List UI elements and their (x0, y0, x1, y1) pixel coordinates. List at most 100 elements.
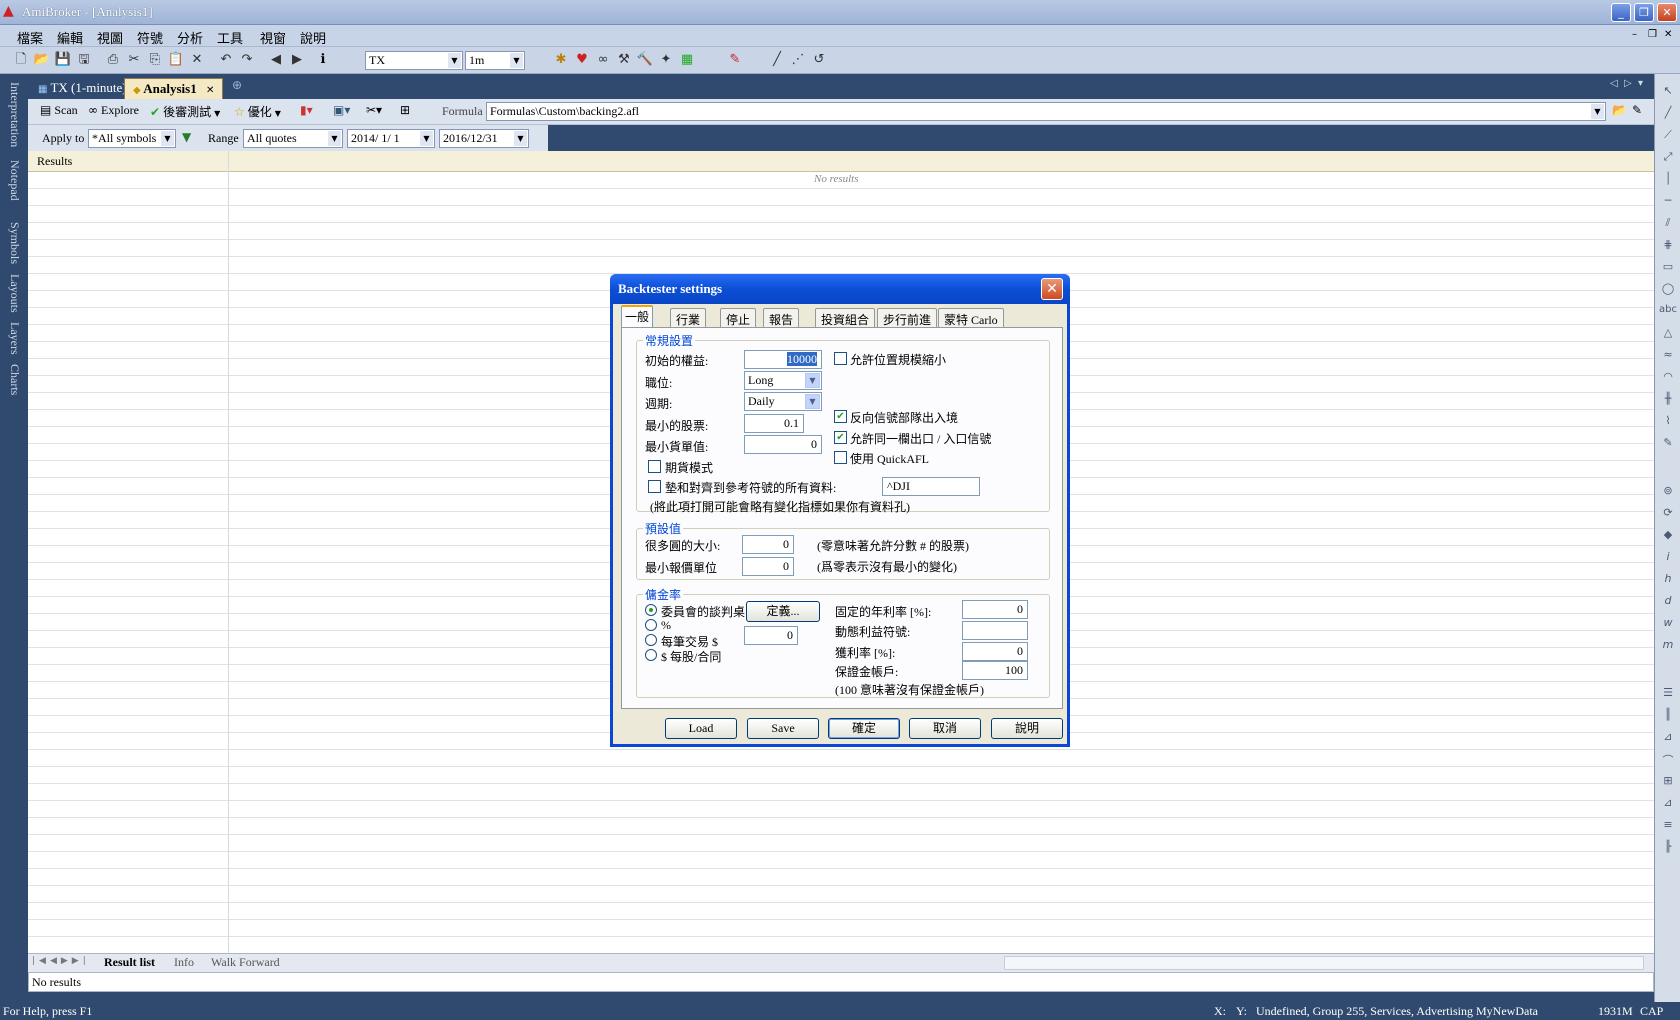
undo-icon[interactable]: ↶ (217, 51, 235, 69)
letter-h-icon[interactable]: h (1659, 572, 1677, 590)
tab-analysis[interactable]: ◆ Analysis1 ✕ (124, 78, 224, 99)
commission-per-share-radio[interactable] (645, 649, 657, 661)
mdi-restore-icon[interactable]: ❐ (1648, 29, 1657, 40)
tab-general[interactable]: 一般 (621, 305, 654, 328)
cycle-icon[interactable]: ⊚ (1659, 484, 1677, 502)
tab-list-icon[interactable]: ▾ (1638, 78, 1643, 89)
tools-icon[interactable]: ⚒ (615, 51, 633, 69)
pad-symbol-input[interactable]: ^DJI (882, 477, 980, 496)
optimize-button[interactable]: ☆ 優化 ▼ (234, 103, 281, 120)
close-button[interactable]: ✕ (1657, 3, 1677, 22)
letter-i-icon[interactable]: i (1659, 550, 1677, 568)
symbol-combo[interactable]: TX ▼ (365, 51, 463, 70)
channel-icon[interactable]: ⋕ (1659, 238, 1677, 256)
zigzag-icon[interactable]: ⌇ (1659, 414, 1677, 432)
info-icon[interactable]: ℹ (314, 51, 332, 69)
menu-analysis[interactable]: 分析 (177, 28, 203, 47)
letter-w-icon[interactable]: w (1659, 616, 1677, 634)
side-tab-notepad[interactable]: Notepad (2, 160, 22, 201)
chart-icon[interactable]: ▦ (678, 51, 696, 69)
tab-nav-arrows-icon[interactable]: |◀◀▶▶| (32, 956, 90, 966)
rectangle-icon[interactable]: ▭ (1659, 260, 1677, 278)
formula-path-combo[interactable]: Formulas\Custom\backing2.afl ▼ (486, 102, 1606, 121)
range-combo[interactable]: All quotes ▼ (243, 129, 343, 148)
commission-percent-radio[interactable] (645, 619, 657, 631)
tab-report[interactable]: 報告 (763, 308, 800, 327)
apply-to-combo[interactable]: *All symbols ▼ (88, 129, 176, 148)
tab-stops[interactable]: 停止 (720, 308, 757, 327)
open-formula-icon[interactable]: 📂 (1612, 103, 1627, 117)
redo-icon[interactable]: ↷ (238, 51, 256, 69)
menu-window[interactable]: 視窗 (260, 28, 286, 47)
arcs-icon[interactable]: ⌒ (1659, 752, 1677, 770)
extended-line-icon[interactable]: ⤢ (1659, 150, 1677, 168)
side-tab-charts[interactable]: Charts (2, 364, 22, 395)
maximize-button[interactable]: ❐ (1634, 3, 1654, 22)
periodicity-select[interactable]: Daily ▼ (744, 392, 822, 411)
trendline-icon[interactable]: ╱ (1659, 106, 1677, 124)
letter-m-icon[interactable]: m (1659, 638, 1677, 656)
wand-icon[interactable]: ✦ (657, 51, 675, 69)
cancel-button[interactable]: 取消 (909, 718, 981, 739)
tab-walk-forward[interactable]: Walk Forward (211, 955, 280, 970)
grid-icon[interactable]: ⊞ (1659, 774, 1677, 792)
select-arrow-icon[interactable]: ↖ (1659, 84, 1677, 102)
allow-shrink-checkbox[interactable] (834, 352, 847, 365)
minimize-button[interactable]: _ (1611, 3, 1631, 22)
arc-tool-icon[interactable]: ◠ (1659, 370, 1677, 388)
gann-icon[interactable]: ⊿ (1659, 796, 1677, 814)
tick-size-input[interactable]: 0 (742, 557, 794, 576)
tab-walk-forward[interactable]: 步行前進 (877, 308, 938, 327)
open-icon[interactable]: 📂 (33, 51, 51, 69)
glasses-icon[interactable]: ∞ (594, 51, 612, 69)
dialog-title-bar[interactable]: Backtester settings ✕ (610, 274, 1070, 304)
marker-icon[interactable]: ◆ (1659, 528, 1677, 546)
delete-icon[interactable]: ✕ (188, 51, 206, 69)
min-shares-input[interactable]: 0.1 (744, 414, 804, 433)
explore-button[interactable]: ∞ Explore (88, 103, 139, 118)
positions-select[interactable]: Long ▼ (744, 371, 822, 390)
account-margin-input[interactable]: 100 (962, 661, 1028, 680)
save-button[interactable]: Save (747, 718, 819, 739)
backtest-button[interactable]: ✔ 後審測試 ▼ (150, 103, 220, 120)
list-icon[interactable]: ☰ (1659, 686, 1677, 704)
fan-icon[interactable]: ⊿ (1659, 730, 1677, 748)
allow-same-bar-checkbox[interactable]: ✔ (834, 431, 847, 444)
arc-icon[interactable]: ↺ (810, 51, 828, 69)
line-icon[interactable]: ╱ (768, 51, 786, 69)
pen-color-icon[interactable]: ✎ (726, 51, 744, 69)
side-tab-interpretation[interactable]: Interpretation (2, 82, 22, 147)
save-all-icon[interactable]: 🖫 (75, 51, 93, 69)
side-tab-layers[interactable]: Layers (2, 322, 22, 355)
ellipse-icon[interactable]: ◯ (1659, 282, 1677, 300)
save-icon[interactable]: 💾 (54, 51, 72, 69)
forward-icon[interactable]: ▶ (288, 51, 306, 69)
menu-symbol[interactable]: 符號 (137, 28, 163, 47)
annual-interest-input[interactable]: 0 (962, 600, 1028, 619)
dialog-close-button[interactable]: ✕ (1041, 278, 1063, 300)
hammer-icon[interactable]: 🔨 (636, 51, 654, 69)
menu-file[interactable]: 檔案 (17, 28, 43, 47)
ok-button[interactable]: 確定 (828, 718, 900, 739)
load-button[interactable]: Load (665, 718, 737, 739)
wave-icon[interactable]: ≈ (1659, 348, 1677, 366)
scan-button[interactable]: ▤ Scan (40, 103, 78, 118)
report-chart-icon[interactable]: ▮▾ (300, 103, 313, 117)
edit-formula-icon[interactable]: ✎ (1632, 103, 1642, 117)
reverse-signal-checkbox[interactable]: ✔ (834, 410, 847, 423)
tab-monte-carlo[interactable]: 蒙特 Carlo (938, 308, 1004, 327)
triangle-icon[interactable]: △ (1659, 326, 1677, 344)
dynamic-rate-input[interactable] (962, 621, 1028, 640)
copy-icon[interactable]: ⎘ (146, 51, 164, 69)
back-icon[interactable]: ◀ (267, 51, 285, 69)
horizontal-line-icon[interactable]: ─ (1659, 194, 1677, 212)
parameters-icon[interactable]: ⊞ (400, 103, 410, 117)
horizontal-scrollbar[interactable] (1004, 956, 1644, 970)
paste-icon[interactable]: 📋 (167, 51, 185, 69)
time-zones-icon[interactable]: ╟ (1659, 840, 1677, 858)
filter-icon[interactable]: ▼ (182, 130, 191, 144)
side-tab-layouts[interactable]: Layouts (2, 274, 22, 313)
commission-per-trade-radio[interactable] (645, 634, 657, 646)
min-pos-value-input[interactable]: 0 (744, 435, 822, 454)
per-trade-input[interactable]: 0 (744, 626, 798, 645)
